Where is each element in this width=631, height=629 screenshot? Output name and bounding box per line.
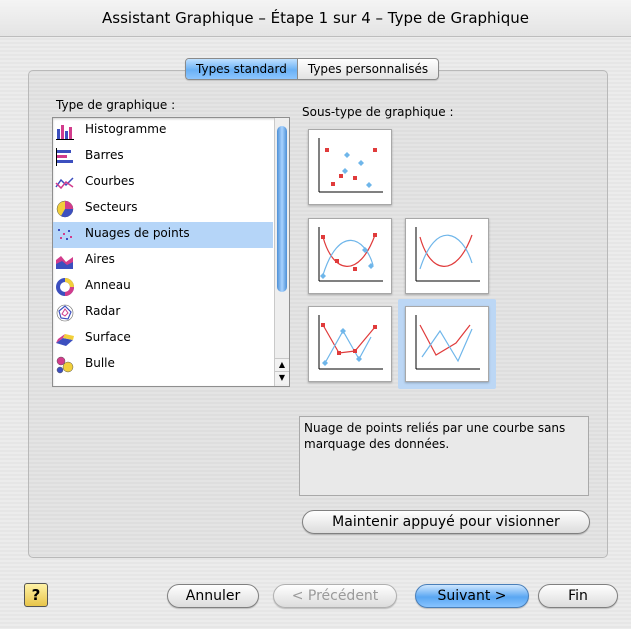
list-item-label: Courbes [85, 174, 135, 188]
smooth-no-markers-preview-icon [415, 227, 480, 282]
tab-custom-types[interactable]: Types personnalisés [296, 59, 438, 79]
list-item-label: Histogramme [85, 122, 167, 136]
histogram-icon [56, 125, 74, 140]
subtype-scatter-smooth-markers[interactable] [308, 218, 392, 294]
doughnut-icon [56, 278, 74, 296]
line-icon [55, 177, 74, 190]
subtype-scatter-lines-no-markers[interactable] [405, 306, 489, 382]
radar-icon [56, 304, 74, 322]
list-item-area[interactable]: Aires [53, 248, 273, 274]
list-item-label: Surface [85, 330, 131, 344]
list-item-label: Bulle [85, 356, 115, 370]
list-item-doughnut[interactable]: Anneau [53, 274, 273, 300]
list-scrollbar[interactable]: ▲ ▼ [274, 118, 289, 386]
help-icon[interactable]: ? [24, 583, 48, 607]
bar-icon [56, 148, 73, 166]
chart-subtype-label: Sous-type de graphique : [302, 105, 454, 119]
list-item-bars[interactable]: Barres [53, 144, 273, 170]
previous-button: < Précédent [273, 584, 397, 608]
chart-type-list[interactable]: Histogramme Barres Courbes Secteurs Nuag… [52, 117, 290, 387]
subtype-description: Nuage de points reliés par une courbe sa… [299, 416, 589, 496]
surface-icon [56, 334, 74, 346]
finish-button[interactable]: Fin [538, 584, 618, 608]
chart-type-label: Type de graphique : [56, 98, 176, 112]
list-item-lines[interactable]: Courbes [53, 170, 273, 196]
lines-markers-preview-icon [318, 315, 383, 370]
list-item-label: Nuages de points [85, 226, 190, 240]
lines-no-markers-preview-icon [415, 315, 480, 370]
list-item-radar[interactable]: Radar [53, 300, 273, 326]
scrollbar-thumb[interactable] [277, 126, 287, 292]
list-item-label: Barres [85, 148, 124, 162]
cancel-button[interactable]: Annuler [167, 584, 259, 608]
list-item-surface[interactable]: Surface [53, 326, 273, 352]
scatter-markers-preview-icon [318, 138, 383, 193]
scroll-up-icon[interactable]: ▲ [275, 358, 289, 371]
list-item-histogram[interactable]: Histogramme [53, 118, 273, 144]
subtype-scatter-smooth-no-markers[interactable] [405, 218, 489, 294]
bubble-icon [56, 356, 74, 374]
area-icon [56, 256, 73, 269]
list-item-bubble[interactable]: Bulle [53, 352, 273, 378]
tab-standard-types[interactable]: Types standard [186, 59, 297, 79]
list-item-label: Secteurs [85, 200, 138, 214]
scroll-down-icon[interactable]: ▼ [275, 371, 289, 384]
subtype-scatter-lines-markers[interactable] [308, 306, 392, 382]
pie-icon [56, 200, 74, 218]
list-item-label: Radar [85, 304, 121, 318]
next-button[interactable]: Suivant > [415, 584, 529, 608]
list-item-pie[interactable]: Secteurs [53, 196, 273, 222]
hold-to-preview-button[interactable]: Maintenir appuyé pour visionner [302, 510, 590, 534]
scatter-icon [58, 229, 72, 240]
list-item-label: Anneau [85, 278, 131, 292]
smooth-markers-preview-icon [318, 227, 383, 282]
window-title: Assistant Graphique – Étape 1 sur 4 – Ty… [0, 0, 631, 37]
subtype-scatter-markers-only[interactable] [308, 129, 392, 205]
list-item-scatter[interactable]: Nuages de points [53, 222, 273, 248]
list-item-label: Aires [85, 252, 115, 266]
tab-bar: Types standard Types personnalisés [185, 58, 440, 80]
